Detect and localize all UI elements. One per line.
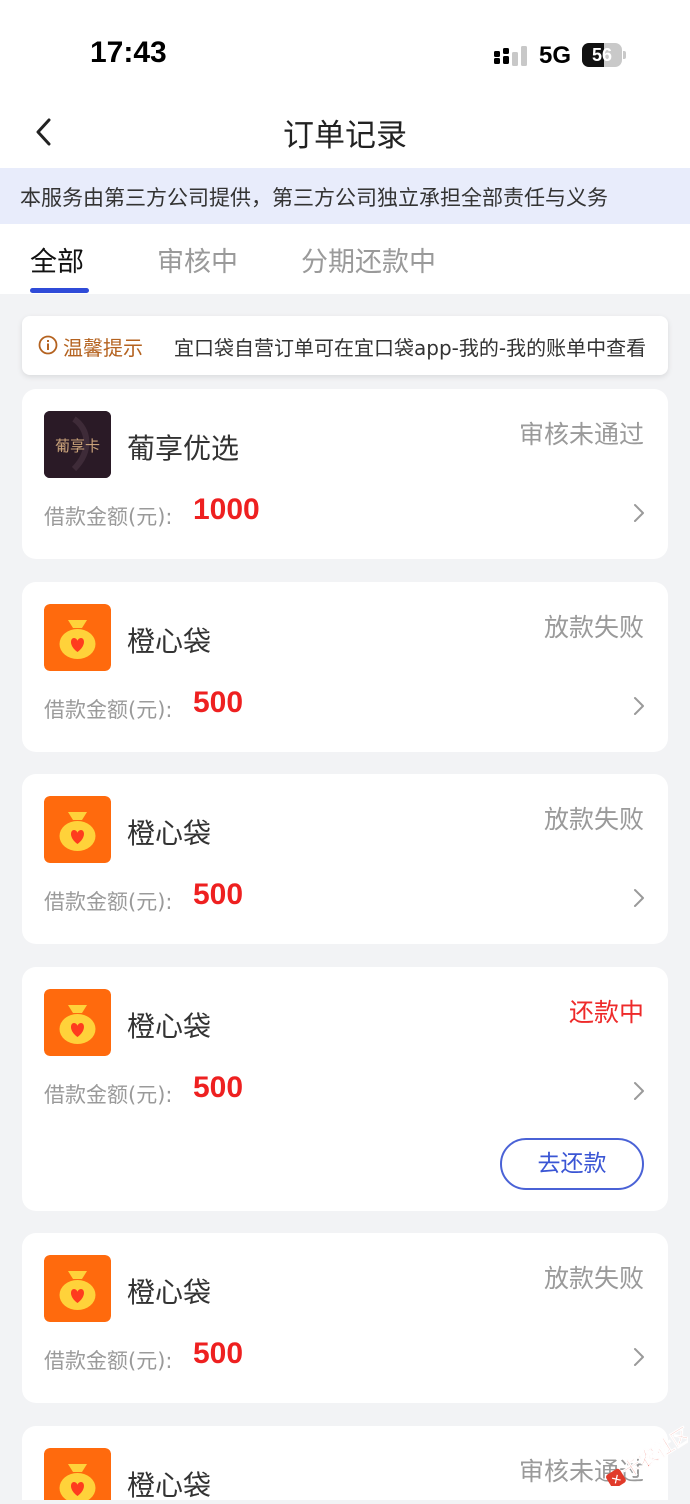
amount-value: 500 [193, 686, 244, 719]
order-card[interactable]: 橙心袋 放款失败 借款金额(元): 500 [22, 582, 668, 752]
order-status: 放款失败 [543, 805, 644, 834]
page-title: 订单记录 [283, 118, 407, 154]
chevron-right-icon [634, 504, 644, 522]
amount-label: 借款金额(元): [44, 890, 173, 914]
info-icon [38, 335, 58, 355]
product-name: 橙心袋 [127, 1276, 212, 1309]
product-name: 橙心袋 [127, 625, 212, 658]
tip-text: 宜口袋自营订单可在宜口袋app-我的-我的账单中查看 [174, 336, 647, 360]
amount-value: 500 [193, 1337, 244, 1370]
status-time: 17:43 [90, 36, 167, 69]
tip-label: 温馨提示 [63, 336, 143, 360]
order-status: 还款中 [568, 998, 644, 1027]
back-button[interactable] [24, 110, 68, 154]
amount-label: 借款金额(元): [44, 1349, 173, 1373]
amount-value: 500 [193, 878, 244, 911]
chevron-right-icon [634, 1348, 644, 1366]
notice-bar: 本服务由第三方公司提供，第三方公司独立承担全部责任与义务 [0, 168, 690, 224]
warm-tip-box: 温馨提示 宜口袋自营订单可在宜口袋app-我的-我的账单中查看 [22, 316, 668, 375]
chevron-right-icon [634, 697, 644, 715]
chengxindai-logo [44, 1255, 111, 1322]
notice-text: 本服务由第三方公司提供，第三方公司独立承担全部责任与义务 [20, 186, 608, 210]
chengxindai-logo [44, 1448, 111, 1500]
money-bag-icon [44, 604, 111, 671]
product-name: 橙心袋 [127, 1469, 212, 1502]
product-name: 橙心袋 [127, 817, 212, 850]
amount-label: 借款金额(元): [44, 698, 173, 722]
grape-card-icon: 葡享卡 [44, 411, 111, 478]
battery-icon: 56 [582, 43, 626, 67]
money-bag-icon [44, 1448, 111, 1500]
repay-button[interactable]: 去还款 [500, 1138, 644, 1190]
order-card[interactable]: 橙心袋 放款失败 借款金额(元): 500 [22, 774, 668, 944]
chevron-right-icon [634, 1082, 644, 1100]
logo-text: 葡享卡 [55, 437, 100, 455]
money-bag-icon [44, 989, 111, 1056]
order-card[interactable]: 葡享卡 葡享优选 审核未通过 借款金额(元): 1000 [22, 389, 668, 559]
tab-bar: 全部 审核中 分期还款中 [0, 224, 690, 294]
amount-label: 借款金额(元): [44, 1083, 173, 1107]
amount-value: 500 [193, 1071, 244, 1104]
active-tab-indicator [30, 288, 89, 293]
money-bag-icon [44, 1255, 111, 1322]
order-card[interactable]: 橙心袋 还款中 借款金额(元): 500 去还款 [22, 967, 668, 1211]
status-bar: 17:43 5G 56 [0, 0, 690, 96]
chengxindai-logo [44, 989, 111, 1056]
product-name: 葡享优选 [127, 432, 240, 465]
putao-card-logo: 葡享卡 [44, 411, 111, 478]
tab-installment-repaying[interactable]: 分期还款中 [301, 240, 436, 279]
kanong-community-watermark: ✕ 卡农社区 [606, 1423, 688, 1486]
watermark-text: 卡农社区 [618, 1423, 688, 1483]
order-card[interactable]: 橙心袋 放款失败 借款金额(元): 500 [22, 1233, 668, 1403]
tab-reviewing[interactable]: 审核中 [157, 240, 238, 279]
order-status: 放款失败 [543, 1264, 644, 1293]
amount-value: 1000 [193, 493, 260, 526]
amount-label: 借款金额(元): [44, 505, 173, 529]
battery-percent: 56 [591, 45, 613, 65]
order-status: 放款失败 [543, 613, 644, 642]
chengxindai-logo [44, 796, 111, 863]
order-card[interactable]: 橙心袋 审核未通过 [22, 1426, 668, 1502]
cellular-signal-icon [494, 46, 527, 66]
product-name: 橙心袋 [127, 1010, 212, 1043]
network-type: 5G [539, 42, 572, 69]
order-status: 审核未通过 [518, 420, 644, 449]
chengxindai-logo [44, 604, 111, 671]
nav-bar: 订单记录 [0, 96, 690, 168]
money-bag-icon [44, 796, 111, 863]
chevron-right-icon [634, 889, 644, 907]
tab-all[interactable]: 全部 [30, 240, 84, 279]
